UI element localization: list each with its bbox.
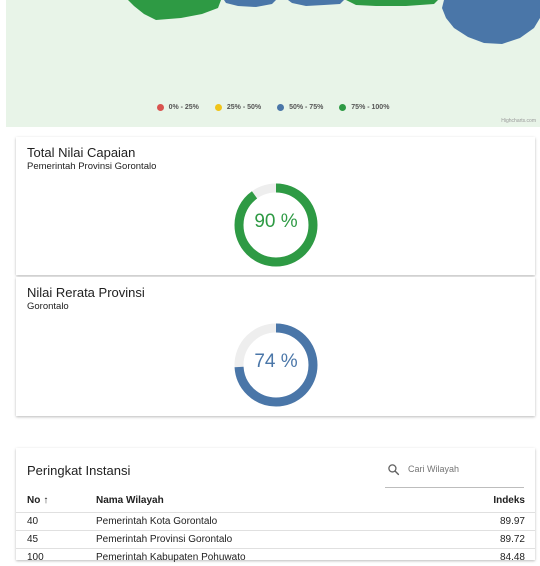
card-title: Total Nilai Capaian bbox=[27, 145, 136, 160]
cell-name: Pemerintah Provinsi Gorontalo bbox=[96, 529, 440, 548]
ranking-card: Peringkat Instansi No↑ Nama Wilayah Inde… bbox=[16, 448, 535, 566]
legend-item-1[interactable]: 25% - 50% bbox=[214, 104, 261, 111]
card-title: Nilai Rerata Provinsi bbox=[27, 285, 145, 300]
ranking-table: No ↑ Nama Wilayah Indeks 40 Pemerintah Ko… bbox=[16, 490, 535, 566]
table-row[interactable]: 45 Pemerintah Provinsi Gorontalo 89.72 bbox=[16, 529, 535, 548]
legend-item-0[interactable]: 0% - 25% bbox=[156, 104, 199, 111]
total-donut: 90 % bbox=[233, 182, 319, 268]
map-region-blue-2 bbox=[288, 0, 344, 6]
column-label: No bbox=[27, 495, 41, 507]
cell-index: 89.97 bbox=[439, 511, 535, 530]
cell-no: 45 bbox=[16, 529, 96, 548]
column-header-no[interactable]: No ↑ bbox=[16, 490, 96, 512]
average-donut: 74 % bbox=[233, 322, 319, 408]
map-region-green-2 bbox=[346, 0, 438, 6]
map-shapes bbox=[128, 0, 540, 44]
search-underline bbox=[385, 487, 524, 488]
search-input[interactable] bbox=[408, 462, 523, 476]
region-map: 0% - 25% 25% - 50% 50% - 75% 75% - 100% … bbox=[6, 0, 540, 127]
cell-no: 40 bbox=[16, 511, 96, 530]
legend-item-3[interactable]: 75% - 100% bbox=[339, 104, 389, 111]
cell-name: Pemerintah Kabupaten Pohuwato bbox=[96, 547, 440, 566]
average-score-card: Nilai Rerata Provinsi Gorontalo 74 % bbox=[16, 277, 535, 416]
table-row[interactable]: 40 Pemerintah Kota Gorontalo 89.97 bbox=[16, 511, 535, 530]
cell-no: 100 bbox=[16, 547, 96, 566]
map-region-blue-1 bbox=[224, 0, 276, 7]
card-subtitle: Pemerintah Provinsi Gorontalo bbox=[27, 161, 157, 172]
legend-item-2[interactable]: 50% - 75% bbox=[277, 104, 323, 111]
donut-value: 90 % bbox=[254, 211, 298, 232]
card-subtitle: Gorontalo bbox=[27, 301, 69, 312]
column-header-index[interactable]: Indeks bbox=[439, 490, 535, 512]
map-legend: 0% - 25% 25% - 50% 50% - 75% 75% - 100% bbox=[6, 104, 540, 113]
legend-dot-icon bbox=[214, 104, 222, 111]
table-header-row: No ↑ Nama Wilayah Indeks bbox=[16, 490, 535, 512]
cell-index: 89.72 bbox=[439, 529, 535, 548]
cell-name: Pemerintah Kota Gorontalo bbox=[96, 511, 440, 530]
table-row[interactable]: 100 Pemerintah Kabupaten Pohuwato 84.48 bbox=[16, 547, 535, 566]
legend-dot-icon bbox=[277, 104, 285, 111]
total-score-card: Total Nilai Capaian Pemerintah Provinsi … bbox=[16, 137, 535, 275]
chart-credits[interactable]: Highcharts.com bbox=[501, 118, 536, 124]
map-region-green-1 bbox=[128, 0, 221, 20]
cell-index: 84.48 bbox=[439, 547, 535, 566]
legend-dot-icon bbox=[156, 104, 164, 111]
column-header-name[interactable]: Nama Wilayah bbox=[96, 490, 439, 512]
donut-value: 74 % bbox=[254, 351, 298, 372]
ranking-title: Peringkat Instansi bbox=[27, 463, 131, 478]
map-region-blue-3 bbox=[442, 0, 540, 44]
legend-dot-icon bbox=[339, 104, 347, 111]
sort-ascending-icon[interactable]: ↑ bbox=[43, 495, 48, 506]
search-icon[interactable] bbox=[387, 463, 400, 476]
